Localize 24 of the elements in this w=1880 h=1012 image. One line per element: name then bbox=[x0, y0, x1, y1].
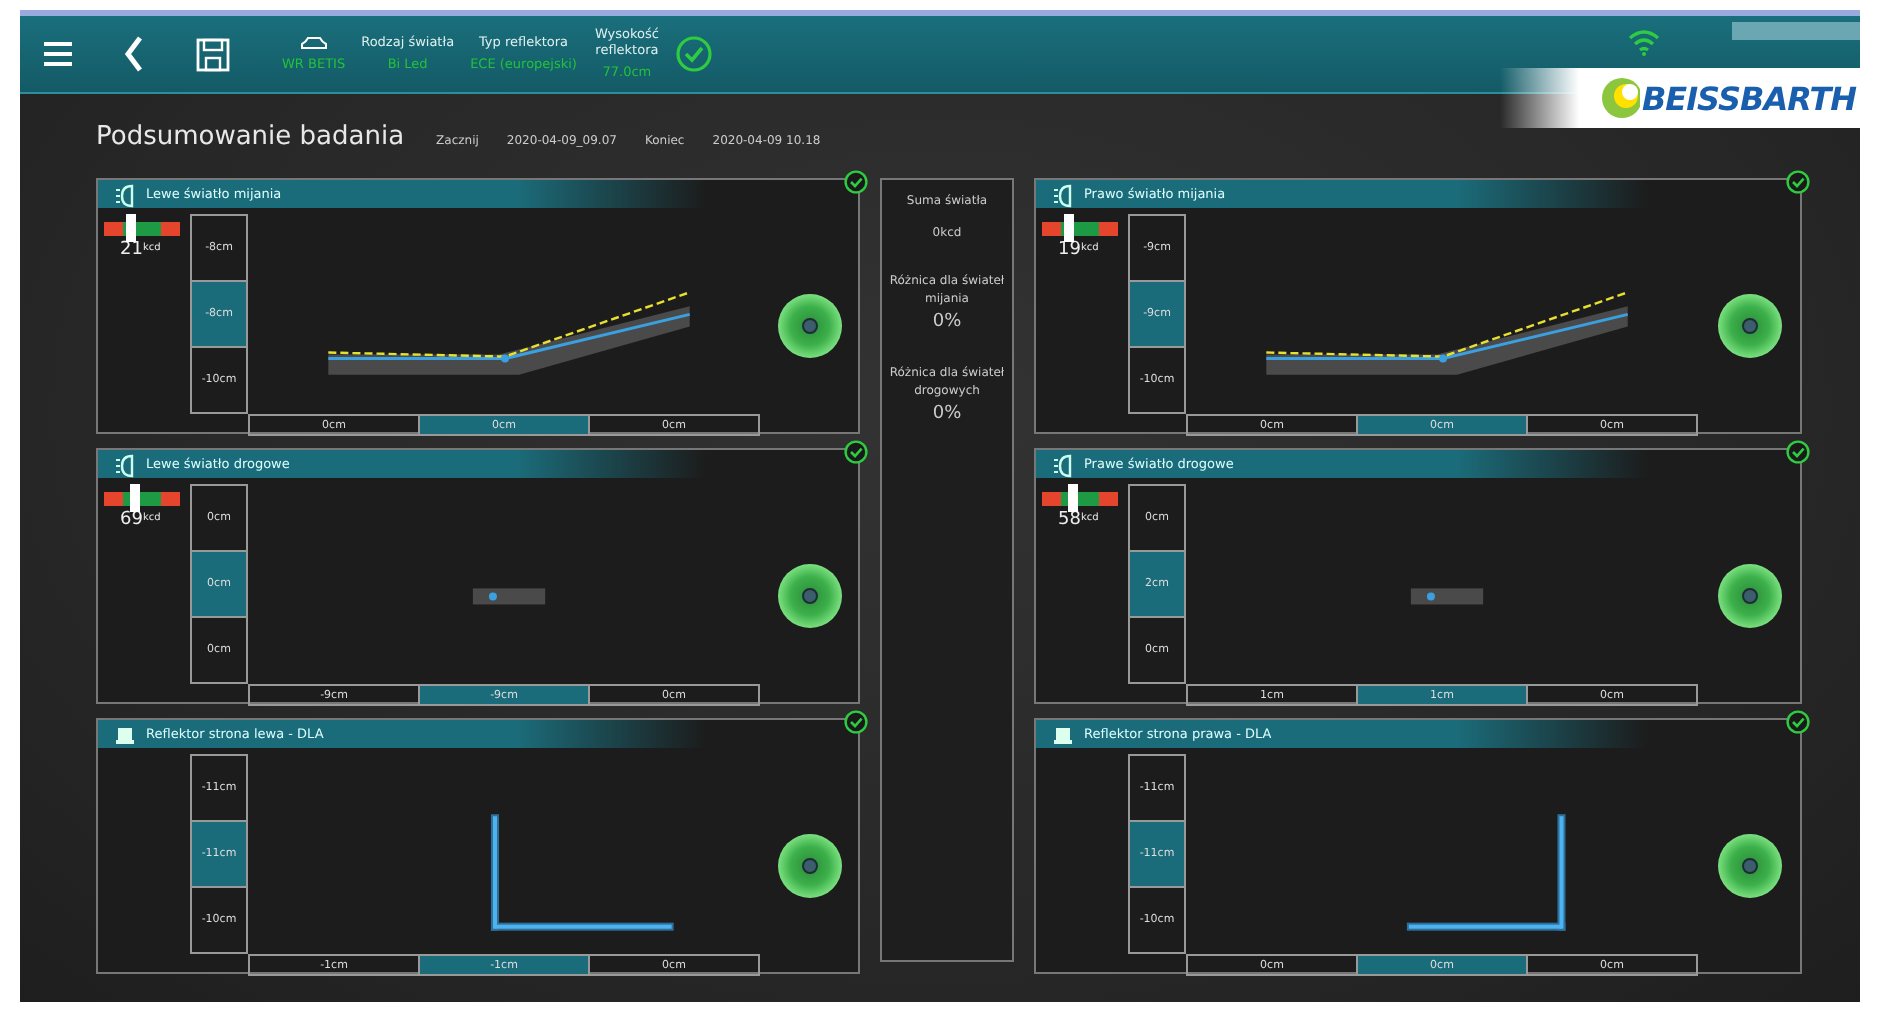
target-indicator-icon bbox=[775, 291, 843, 360]
target-indicator-icon bbox=[1715, 561, 1783, 630]
logo-icon bbox=[1599, 76, 1640, 120]
car-icon bbox=[299, 36, 328, 50]
headlamp-icon bbox=[114, 181, 136, 207]
target-indicator-icon bbox=[775, 561, 843, 630]
beam-pattern-drawing bbox=[1410, 588, 1484, 605]
total-value: 0% bbox=[932, 312, 962, 332]
menu-icon[interactable] bbox=[44, 42, 72, 66]
target-indicator-icon bbox=[1715, 291, 1783, 360]
back-icon[interactable] bbox=[124, 36, 144, 72]
page-title: Podsumowanie badania bbox=[96, 122, 405, 152]
headlamp-icon bbox=[1052, 451, 1074, 477]
logo-text: BEISSBARTH bbox=[1641, 79, 1856, 117]
target-indicator-icon bbox=[775, 831, 843, 900]
intensity-value: 19 bbox=[1058, 242, 1081, 260]
total-value: 0% bbox=[932, 404, 962, 424]
save-icon[interactable] bbox=[196, 37, 230, 71]
intensity-value: 69 bbox=[120, 512, 143, 530]
headlamp-icon bbox=[1052, 181, 1074, 207]
headlamp-icon bbox=[114, 451, 136, 477]
header-strip bbox=[1732, 22, 1860, 40]
target-indicator-icon bbox=[1715, 831, 1783, 900]
beam-pattern-drawing bbox=[472, 588, 546, 605]
